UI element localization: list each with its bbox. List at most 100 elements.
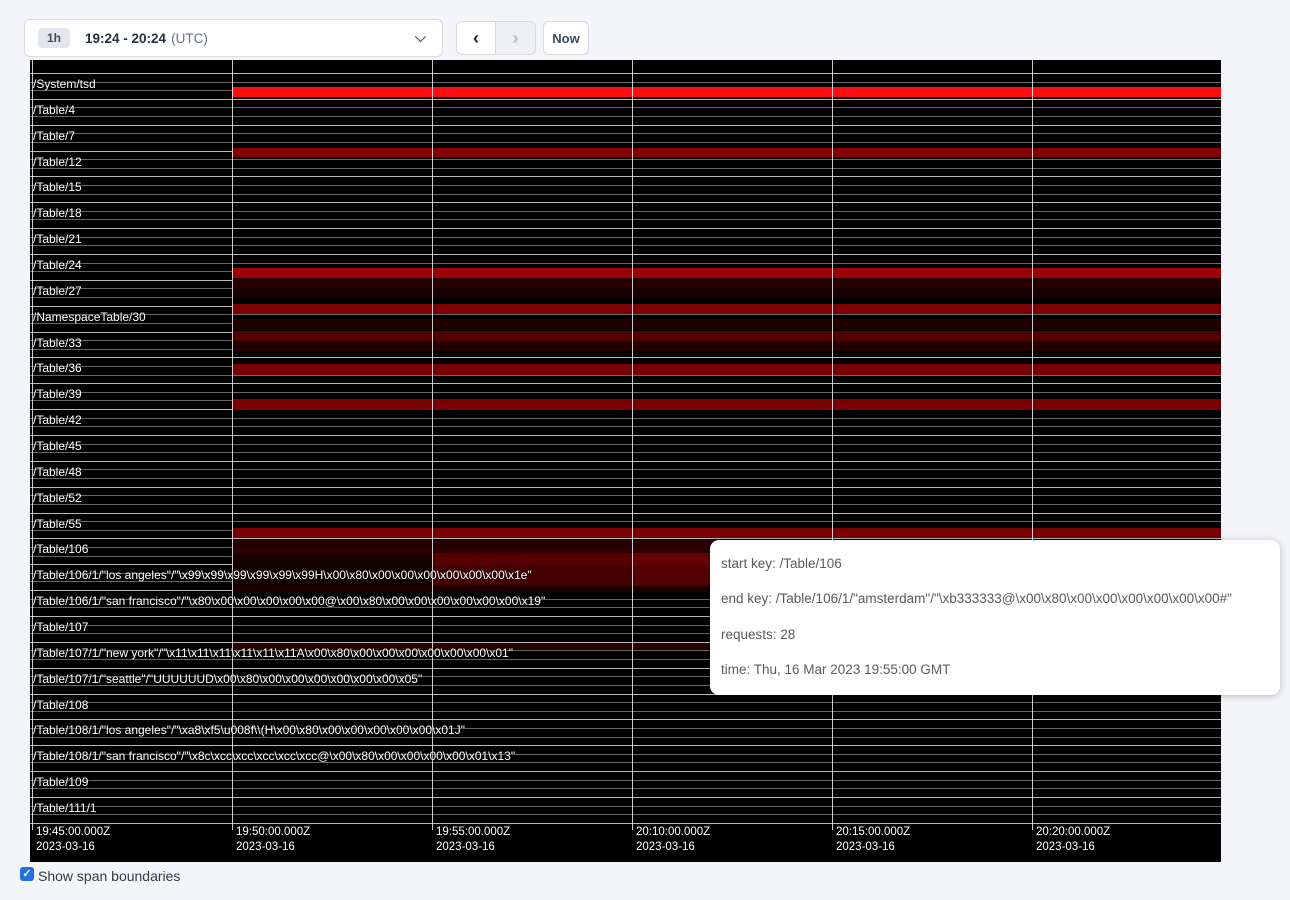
heat-band bbox=[232, 278, 1221, 288]
time-gridline bbox=[432, 60, 433, 830]
span-boundary-line bbox=[30, 176, 1221, 177]
span-label: /Table/106/1/"los angeles"/"\x99\x99\x99… bbox=[33, 569, 532, 582]
span-label: /Table/24 bbox=[33, 259, 82, 272]
chevron-down-icon bbox=[415, 31, 426, 42]
span-label: /Table/106 bbox=[33, 543, 88, 556]
heat-band bbox=[232, 331, 1221, 341]
span-label: /Table/48 bbox=[33, 466, 82, 479]
span-boundary-line bbox=[30, 469, 1221, 470]
span-boundary-line bbox=[30, 245, 1221, 246]
span-boundary-line bbox=[30, 452, 1221, 453]
span-boundary-line bbox=[30, 418, 1221, 419]
span-label: /Table/15 bbox=[33, 181, 82, 194]
span-label: /Table/108 bbox=[33, 699, 88, 712]
span-boundary-line bbox=[30, 202, 1221, 203]
bucket-tooltip: start key: /Table/106 end key: /Table/10… bbox=[710, 540, 1280, 695]
span-boundary-line bbox=[30, 185, 1221, 186]
axis-tick-time: 20:10:00.000Z bbox=[636, 826, 710, 838]
timezone-label: (UTC) bbox=[171, 31, 208, 46]
span-boundary-line bbox=[30, 745, 1221, 746]
time-gridline bbox=[232, 60, 233, 830]
show-span-boundaries-label: Show span boundaries bbox=[38, 868, 180, 884]
span-boundary-line bbox=[30, 392, 1221, 393]
axis-tick-date: 2023-03-16 bbox=[1036, 841, 1095, 853]
span-boundary-line bbox=[30, 237, 1221, 238]
span-boundary-line bbox=[30, 107, 1221, 108]
heat-band bbox=[432, 553, 632, 566]
prev-interval-button[interactable]: ‹ bbox=[457, 22, 495, 54]
time-gridline bbox=[632, 60, 633, 830]
axis-tick-date: 2023-03-16 bbox=[436, 841, 495, 853]
span-label: /Table/42 bbox=[33, 414, 82, 427]
span-boundary-line bbox=[30, 383, 1221, 384]
span-boundary-line bbox=[30, 426, 1221, 427]
span-boundary-line bbox=[30, 168, 1221, 169]
span-label: /Table/111/1 bbox=[33, 802, 97, 815]
axis-tick-time: 20:15:00.000Z bbox=[836, 826, 910, 838]
span-boundary-line bbox=[30, 702, 1221, 703]
span-boundary-line bbox=[30, 435, 1221, 436]
time-gridline bbox=[1032, 60, 1033, 830]
axis-tick-date: 2023-03-16 bbox=[236, 841, 295, 853]
span-label: /Table/4 bbox=[33, 104, 75, 117]
span-label: /Table/109 bbox=[33, 776, 88, 789]
span-label: /Table/33 bbox=[33, 337, 82, 350]
span-boundary-line bbox=[30, 116, 1221, 117]
span-boundary-line bbox=[30, 314, 1221, 315]
span-boundary-line bbox=[30, 159, 1221, 160]
range-preset-badge: 1h bbox=[38, 28, 70, 48]
span-label: /Table/108/1/"san francisco"/"\x8c\xcc\x… bbox=[33, 750, 515, 763]
span-boundary-line bbox=[30, 513, 1221, 514]
axis-tick-time: 20:20:00.000Z bbox=[1036, 826, 1110, 838]
span-boundary-line bbox=[30, 133, 1221, 134]
span-boundary-line bbox=[30, 82, 1221, 83]
heat-band bbox=[232, 288, 1221, 298]
span-boundary-line bbox=[30, 797, 1221, 798]
axis-tick-time: 19:45:00.000Z bbox=[36, 826, 110, 838]
span-label: /Table/107/1/"new york"/"\x11\x11\x11\x1… bbox=[33, 647, 513, 660]
span-boundary-line bbox=[30, 504, 1221, 505]
span-boundary-line bbox=[30, 228, 1221, 229]
span-boundary-line bbox=[30, 780, 1221, 781]
tooltip-time: time: Thu, 16 Mar 2023 19:55:00 GMT bbox=[721, 662, 950, 677]
heat-band bbox=[232, 87, 1221, 97]
heat-band bbox=[232, 364, 1221, 375]
span-boundary-line bbox=[30, 521, 1221, 522]
span-boundary-line bbox=[30, 478, 1221, 479]
axis-tick-time: 19:50:00.000Z bbox=[236, 826, 310, 838]
time-gridline bbox=[832, 60, 833, 830]
heat-band bbox=[232, 268, 1221, 278]
span-boundary-line bbox=[30, 823, 1221, 824]
axis-tick-date: 2023-03-16 bbox=[836, 841, 895, 853]
heat-band bbox=[232, 528, 1221, 538]
span-label: /Table/7 bbox=[33, 130, 75, 143]
span-boundary-line bbox=[30, 806, 1221, 807]
heat-band bbox=[232, 148, 1221, 157]
span-label: /Table/36 bbox=[33, 362, 82, 375]
span-boundary-line bbox=[30, 125, 1221, 126]
span-boundary-line bbox=[30, 461, 1221, 462]
heat-band bbox=[232, 304, 1221, 314]
span-label: /NamespaceTable/30 bbox=[33, 311, 146, 324]
span-label: /Table/18 bbox=[33, 207, 82, 220]
next-interval-button[interactable]: › bbox=[495, 22, 535, 54]
span-boundary-line bbox=[30, 254, 1221, 255]
span-boundary-line bbox=[30, 814, 1221, 815]
heat-band bbox=[232, 341, 1221, 351]
now-button[interactable]: Now bbox=[543, 21, 589, 55]
tooltip-end-key: end key: /Table/106/1/"amsterdam"/"\xb33… bbox=[721, 591, 1232, 606]
heat-band bbox=[232, 553, 432, 566]
span-boundary-line bbox=[30, 263, 1221, 264]
axis-tick-date: 2023-03-16 bbox=[636, 841, 695, 853]
span-label: /Table/21 bbox=[33, 233, 82, 246]
span-label: /Table/106/1/"san francisco"/"\x80\x00\x… bbox=[33, 595, 545, 608]
span-label: /Table/12 bbox=[33, 156, 82, 169]
time-range-selector[interactable]: 1h 19:24 - 20:24 (UTC) bbox=[24, 19, 443, 57]
span-label: /Table/39 bbox=[33, 388, 82, 401]
range-text: 19:24 - 20:24 bbox=[85, 31, 166, 46]
show-span-boundaries-checkbox[interactable] bbox=[20, 867, 34, 881]
span-boundary-line bbox=[30, 771, 1221, 772]
span-label: /Table/108/1/"los angeles"/"\xa8\xf5\u00… bbox=[33, 724, 465, 737]
span-boundary-line bbox=[30, 357, 1221, 358]
key-visualizer-canvas[interactable]: /System/tsd/Table/4/Table/7/Table/12/Tab… bbox=[30, 60, 1221, 862]
